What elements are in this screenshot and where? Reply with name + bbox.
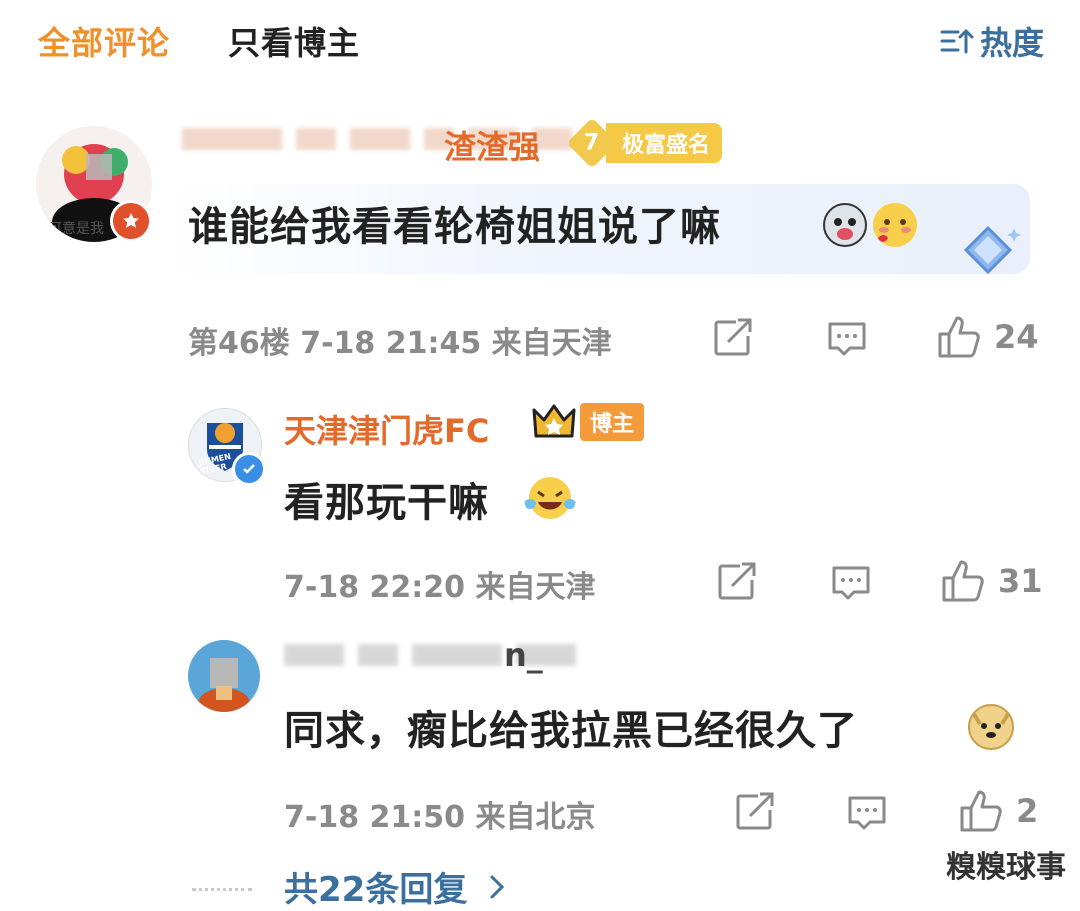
tab-blogger-only[interactable]: 只看博主 (228, 18, 360, 64)
like-button[interactable]: 24 (936, 314, 1039, 360)
sort-icon (940, 29, 974, 54)
comment-time: 7-18 22:20 (284, 570, 466, 605)
comment-location: 来自天津 (475, 570, 596, 605)
reply-button[interactable] (830, 564, 872, 604)
like-count: 31 (998, 562, 1043, 600)
avatar[interactable] (188, 640, 260, 712)
sort-button[interactable]: 热度 (940, 18, 1044, 64)
blogger-label: 博主 (580, 403, 645, 441)
divider-dots (192, 888, 252, 891)
crown-icon (532, 404, 576, 438)
comment-icon (832, 566, 870, 600)
more-replies-link[interactable]: 共22条回复 (284, 862, 505, 911)
comment-time: 7-18 21:50 (284, 800, 466, 835)
blogger-badge: 博主 (532, 402, 645, 442)
like-count: 24 (994, 318, 1039, 356)
vip-badge-icon (110, 200, 152, 242)
username[interactable]: 渣渣强 (444, 122, 540, 168)
share-button[interactable] (712, 318, 754, 358)
chevron-right-icon (490, 875, 505, 898)
share-button[interactable] (716, 562, 758, 602)
fame-badge: 7 极富盛名 (566, 117, 723, 169)
like-count: 2 (1016, 792, 1039, 830)
share-button[interactable] (734, 792, 776, 832)
laugh-cry-emoji-icon (524, 477, 576, 519)
username[interactable]: 天津津门虎FC (284, 406, 489, 452)
floor-number: 第46楼 (188, 326, 290, 361)
comment-text: 看那玩干嘛 (284, 480, 489, 526)
comment-meta: 7-18 22:20 来自天津 (284, 562, 595, 606)
comment-location: 来自天津 (491, 326, 612, 361)
more-replies-label: 共22条回复 (284, 870, 468, 910)
comment-text: 同求，瘸比给我拉黑已经很久了 (284, 708, 858, 754)
comment-icon (828, 322, 866, 356)
share-icon (736, 792, 774, 830)
share-icon (714, 318, 752, 356)
avatar-caption: 可意是我 (48, 221, 104, 237)
doge-emoji-icon (968, 704, 1014, 750)
tab-all-comments[interactable]: 全部评论 (38, 18, 170, 64)
comment-location: 来自北京 (475, 800, 596, 835)
comment-meta: 7-18 21:50 来自北京 (284, 792, 595, 836)
thumbs-up-icon (938, 316, 980, 358)
thumbs-up-icon (960, 790, 1002, 832)
husky-emoji-icon (823, 203, 867, 247)
comment-icon (848, 796, 886, 830)
shy-emoji-icon (873, 203, 917, 247)
like-button[interactable]: 2 (958, 788, 1038, 834)
username[interactable]: n_ (504, 636, 543, 674)
comment-tabs: 全部评论 只看博主 热度 (38, 18, 1044, 68)
watermark: 糗糗球事 (946, 850, 1066, 885)
comment-text: 谁能给我看看轮椅姐姐说了嘛 (188, 204, 721, 250)
diamond-icon (963, 225, 1021, 275)
reply-button[interactable] (826, 320, 868, 360)
comment-meta: 第46楼 7-18 21:45 来自天津 (188, 318, 612, 362)
like-button[interactable]: 31 (940, 558, 1043, 604)
avatar-image (198, 658, 250, 712)
fame-label: 极富盛名 (606, 123, 723, 163)
thumbs-up-icon (942, 560, 984, 602)
comment-time: 7-18 21:45 (300, 326, 482, 361)
reply-button[interactable] (846, 794, 888, 834)
share-icon (718, 562, 756, 600)
verified-badge-icon (232, 452, 266, 486)
sort-label: 热度 (979, 24, 1044, 62)
